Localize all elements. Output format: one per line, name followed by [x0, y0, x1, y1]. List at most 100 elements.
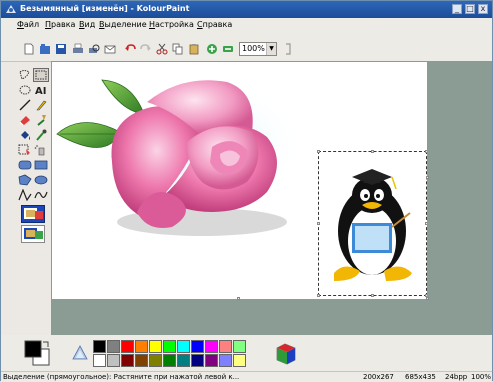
- menu-help[interactable]: Справка: [197, 20, 232, 29]
- palette-swatch-blue[interactable]: [191, 340, 204, 353]
- free-select-tool-icon[interactable]: [18, 69, 32, 81]
- canvas-resize-handle-right[interactable]: [426, 176, 429, 179]
- palette-swatch-red[interactable]: [121, 340, 134, 353]
- palette-swatch-silver[interactable]: [107, 354, 120, 367]
- color-palette-area: [1, 335, 492, 371]
- maximize-button[interactable]: □: [465, 4, 475, 14]
- canvas-resize-handle-bottom[interactable]: [237, 297, 240, 300]
- spraycan-tool-icon[interactable]: [34, 144, 48, 156]
- rect-select-tool-icon[interactable]: [33, 68, 49, 82]
- zoom-combobox[interactable]: 100% ▼: [239, 42, 277, 56]
- color-cube-icon[interactable]: [273, 340, 299, 366]
- zoom-out-icon[interactable]: [222, 43, 234, 55]
- undo-icon[interactable]: [124, 43, 136, 55]
- polygon-tool-icon[interactable]: [18, 174, 32, 186]
- menu-settings-label: астройка: [155, 20, 194, 29]
- palette-swatch-magenta[interactable]: [205, 340, 218, 353]
- print-icon[interactable]: [72, 43, 84, 55]
- menu-file-label: айл: [23, 20, 40, 29]
- paste-icon[interactable]: [188, 43, 200, 55]
- menu-edit[interactable]: Правка: [45, 20, 75, 29]
- zoom-in-icon[interactable]: [206, 43, 218, 55]
- menu-view[interactable]: Вид: [79, 20, 95, 29]
- palette-swatch-dark-green[interactable]: [163, 354, 176, 367]
- palette-swatch-yellow[interactable]: [149, 340, 162, 353]
- chevron-down-icon[interactable]: ▼: [266, 43, 276, 55]
- palette-swatch-brown[interactable]: [135, 354, 148, 367]
- rectangle-tool-icon[interactable]: [34, 159, 48, 171]
- resize-handle-l[interactable]: [317, 222, 320, 225]
- brush-tool-icon[interactable]: [34, 114, 48, 126]
- color-picker-tool-icon[interactable]: [34, 129, 48, 141]
- ellipse-tool-icon[interactable]: [34, 174, 48, 186]
- toolbar-handle-icon[interactable]: [284, 42, 292, 56]
- palette-swatch-olive[interactable]: [149, 354, 162, 367]
- palette-swatch-light-yellow[interactable]: [233, 354, 246, 367]
- kolourpaint-app-icon[interactable]: [5, 3, 17, 15]
- status-bar: Выделение (прямоугольное): Растяните при…: [1, 371, 492, 382]
- palette-swatch-teal[interactable]: [177, 354, 190, 367]
- menu-file[interactable]: Файл: [17, 20, 39, 29]
- palette-swatch-maroon[interactable]: [121, 354, 134, 367]
- pen-tool-icon[interactable]: [34, 99, 48, 111]
- polyline-tool-icon[interactable]: [18, 189, 32, 201]
- print-preview-icon[interactable]: [88, 43, 100, 55]
- palette-swatch-black[interactable]: [93, 340, 106, 353]
- canvas-workspace[interactable]: [51, 61, 492, 335]
- resize-handle-r[interactable]: [425, 222, 427, 225]
- resize-handle-tr[interactable]: [425, 150, 427, 153]
- canvas-resize-handle-corner[interactable]: [426, 297, 429, 300]
- palette-swatch-lavender[interactable]: [219, 354, 232, 367]
- palette-swatch-green[interactable]: [163, 340, 176, 353]
- rose-image: [56, 77, 302, 236]
- selection-rectangle[interactable]: [317, 150, 427, 297]
- penguin-image: [334, 169, 412, 281]
- palette-swatch-cyan[interactable]: [177, 340, 190, 353]
- svg-text:AI: AI: [35, 86, 46, 96]
- ellipse-select-tool-icon[interactable]: [18, 84, 32, 96]
- color-eraser-tool-icon[interactable]: [18, 144, 32, 156]
- open-file-icon[interactable]: [39, 43, 51, 55]
- resize-handle-b[interactable]: [371, 294, 374, 297]
- title-bar[interactable]: Безымянный [изменён] - KolourPaint _ □ x: [1, 1, 492, 18]
- palette-swatch-light-green[interactable]: [233, 340, 246, 353]
- palette-swatch-gray[interactable]: [107, 340, 120, 353]
- close-button[interactable]: x: [478, 4, 488, 14]
- opaque-selection-icon[interactable]: [21, 205, 45, 223]
- palette-swatch-purple[interactable]: [205, 354, 218, 367]
- transparent-selection-icon[interactable]: [21, 225, 45, 243]
- line-tool-icon[interactable]: [18, 99, 32, 111]
- palette-swatch-pink[interactable]: [219, 340, 232, 353]
- redo-icon[interactable]: [140, 43, 152, 55]
- mail-icon[interactable]: [104, 43, 116, 55]
- drawing-canvas[interactable]: [52, 62, 427, 299]
- tool-box: AI: [16, 68, 50, 249]
- color-similarity-icon[interactable]: [72, 345, 88, 361]
- palette-swatch-orange[interactable]: [135, 340, 148, 353]
- resize-handle-t[interactable]: [371, 150, 374, 153]
- menu-settings[interactable]: Настройка: [149, 20, 194, 29]
- new-file-icon[interactable]: [23, 43, 35, 55]
- resize-handle-bl[interactable]: [317, 294, 320, 297]
- text-tool-icon[interactable]: AI: [34, 84, 48, 96]
- status-image-size: 685x435: [405, 373, 436, 381]
- save-icon[interactable]: [55, 43, 67, 55]
- eraser-tool-icon[interactable]: [18, 114, 32, 126]
- flood-fill-tool-icon[interactable]: [18, 129, 32, 141]
- fg-bg-color-indicator[interactable]: [23, 339, 51, 367]
- menu-selection-label: ыделение: [104, 20, 147, 29]
- palette-swatch-white[interactable]: [93, 354, 106, 367]
- main-toolbar: 100% ▼: [1, 32, 492, 62]
- resize-handle-tl[interactable]: [317, 150, 320, 153]
- status-message: Выделение (прямоугольное): Растяните при…: [3, 373, 240, 381]
- menu-edit-label: равка: [51, 20, 76, 29]
- curve-tool-icon[interactable]: [34, 189, 48, 201]
- palette-swatch-navy[interactable]: [191, 354, 204, 367]
- minimize-button[interactable]: _: [452, 4, 462, 14]
- rounded-rect-tool-icon[interactable]: [18, 159, 32, 171]
- copy-icon[interactable]: [172, 43, 184, 55]
- cut-icon[interactable]: [156, 43, 168, 55]
- menu-selection[interactable]: Выделение: [99, 20, 147, 29]
- menu-help-label: правка: [202, 20, 233, 29]
- menu-view-label: ид: [84, 20, 96, 29]
